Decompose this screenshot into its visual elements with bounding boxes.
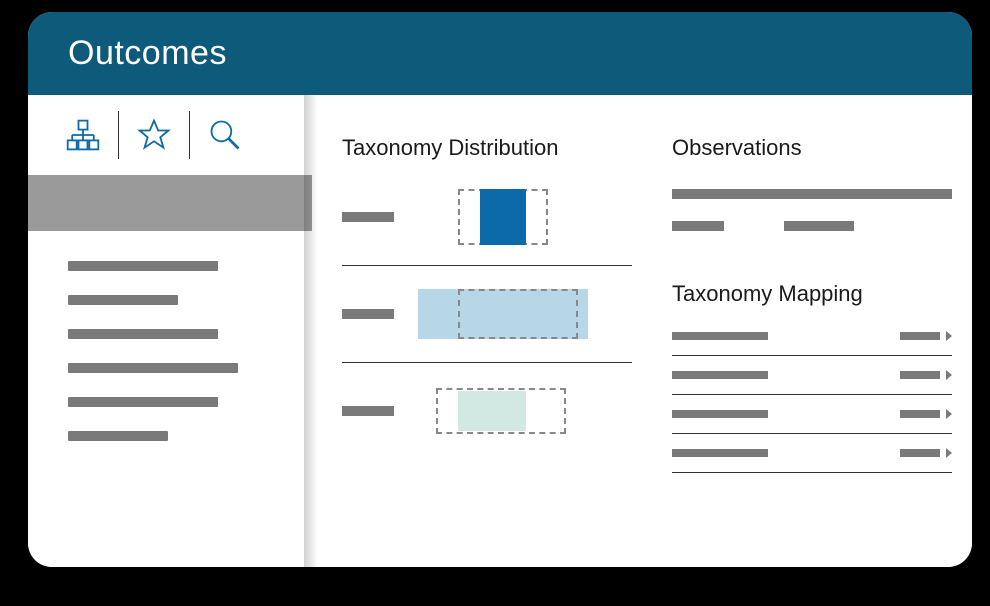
observation-item [672, 221, 952, 231]
observations-section: Observations [672, 135, 952, 281]
mapping-label [672, 410, 768, 418]
sidebar-item[interactable] [68, 295, 178, 305]
mapping-label [672, 449, 768, 457]
sidebar-item[interactable] [68, 431, 168, 441]
page-title: Outcomes [68, 34, 227, 72]
observation-stub [784, 221, 854, 231]
section-title-taxonomy-mapping: Taxonomy Mapping [672, 281, 952, 307]
mapping-label [672, 371, 768, 379]
mapping-row[interactable] [672, 434, 952, 473]
caret-right-icon [946, 448, 952, 458]
mapping-row[interactable] [672, 395, 952, 434]
distribution-chart [418, 383, 632, 439]
distribution-label [342, 309, 394, 319]
distribution-value-box [458, 391, 526, 431]
page-header: Outcomes [28, 12, 972, 95]
sidebar [28, 95, 312, 567]
app-card: Outcomes [28, 12, 972, 567]
caret-right-icon [946, 370, 952, 380]
sidebar-item[interactable] [68, 261, 218, 271]
mapping-value [900, 448, 952, 458]
taxonomy-distribution-section: Taxonomy Distribution [342, 135, 632, 547]
sidebar-list [28, 231, 312, 461]
search-icon [207, 117, 243, 153]
observation-stub [672, 221, 724, 231]
sidebar-selected-item[interactable] [28, 175, 312, 231]
distribution-label [342, 406, 394, 416]
distribution-row [342, 286, 632, 363]
distribution-chart [418, 189, 632, 245]
mapping-value-stub [900, 332, 940, 340]
hierarchy-button[interactable] [48, 109, 118, 161]
sidebar-item[interactable] [68, 363, 238, 373]
app-body: Taxonomy Distribution [28, 95, 972, 567]
mapping-row[interactable] [672, 356, 952, 395]
distribution-row [342, 189, 632, 266]
sidebar-item[interactable] [68, 329, 218, 339]
sidebar-item[interactable] [68, 397, 218, 407]
distribution-label [342, 212, 394, 222]
distribution-chart [418, 286, 632, 342]
hierarchy-icon [65, 117, 101, 153]
mapping-list [672, 317, 952, 473]
mapping-row[interactable] [672, 317, 952, 356]
search-button[interactable] [190, 109, 260, 161]
distribution-value-box [480, 189, 526, 245]
mapping-value-stub [900, 371, 940, 379]
caret-right-icon [946, 409, 952, 419]
taxonomy-mapping-section: Taxonomy Mapping [672, 281, 952, 473]
mapping-value [900, 331, 952, 341]
observations-list [672, 189, 952, 231]
mapping-label [672, 332, 768, 340]
star-button[interactable] [119, 109, 189, 161]
section-title-observations: Observations [672, 135, 952, 161]
caret-right-icon [946, 331, 952, 341]
observation-item [672, 189, 952, 199]
main-content: Taxonomy Distribution [312, 95, 972, 567]
right-column: Observations Taxonomy Mapping [672, 135, 952, 547]
sidebar-toolbar [28, 95, 312, 175]
mapping-value [900, 409, 952, 419]
section-title-taxonomy-distribution: Taxonomy Distribution [342, 135, 632, 161]
star-icon [136, 117, 172, 153]
mapping-value-stub [900, 410, 940, 418]
distribution-range-box [458, 289, 578, 339]
distribution-row [342, 383, 632, 459]
mapping-value [900, 370, 952, 380]
mapping-value-stub [900, 449, 940, 457]
